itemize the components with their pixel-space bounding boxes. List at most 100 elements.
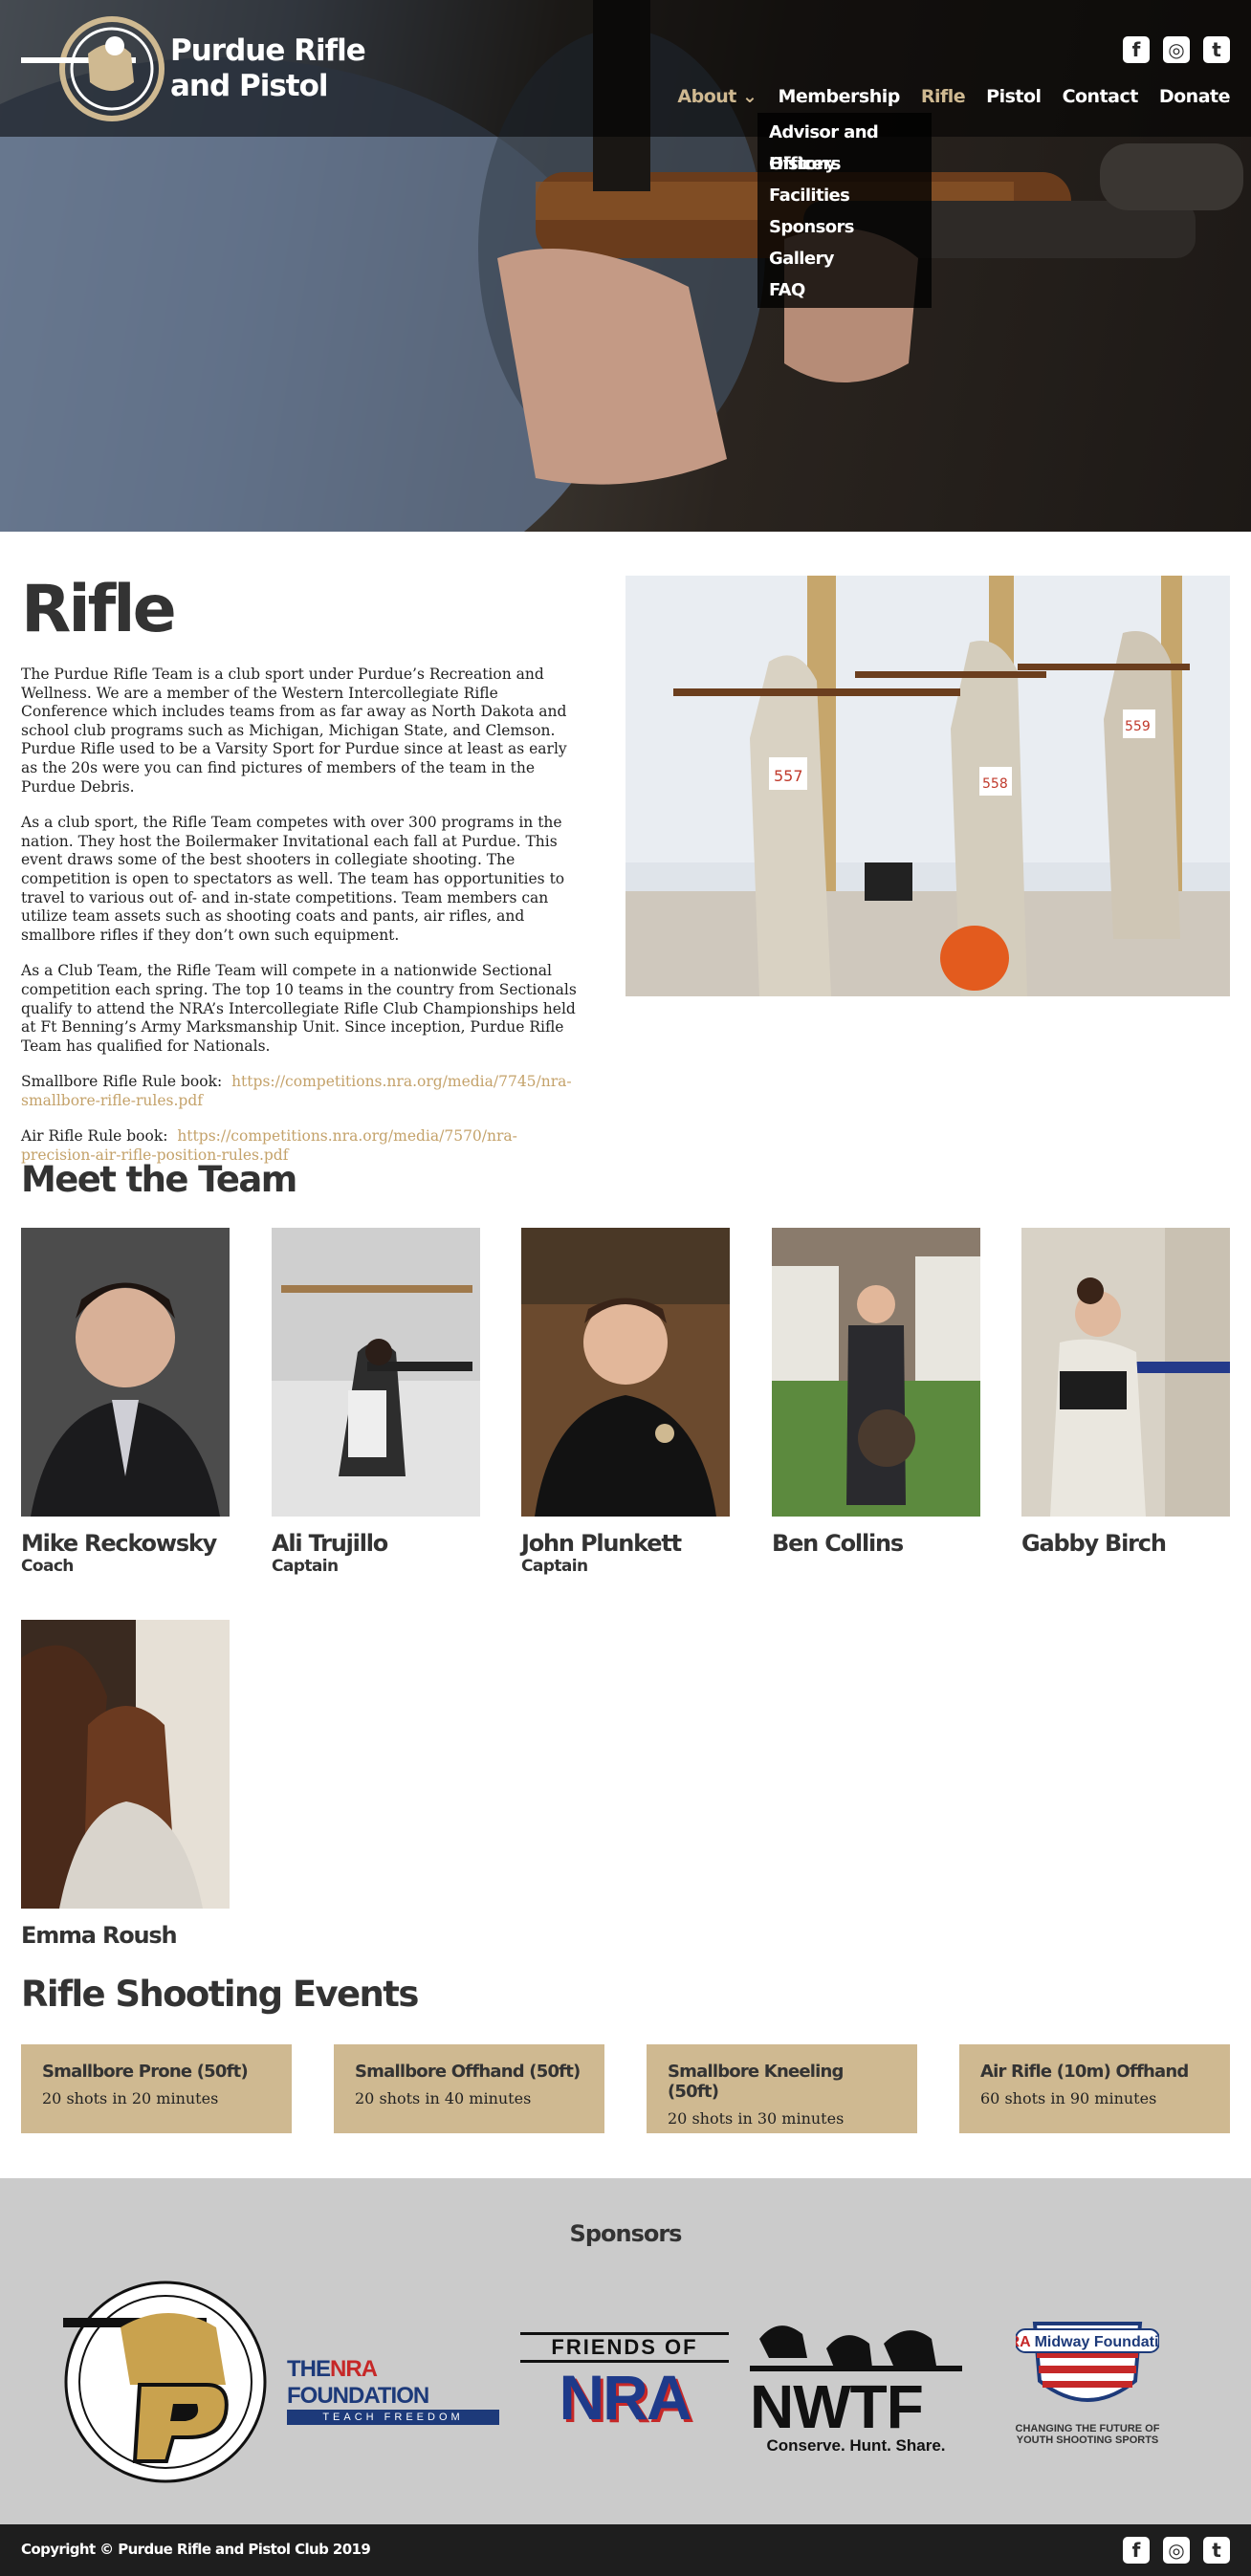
facebook-icon[interactable]: f [1123, 36, 1150, 63]
club-logo-icon [21, 16, 165, 121]
member-name: Gabby Birch [1021, 1530, 1167, 1557]
purdue-club-logo[interactable] [63, 2280, 268, 2484]
instagram-icon[interactable]: ◎ [1163, 36, 1190, 63]
team-member-card: Gabby Birch [1021, 1228, 1230, 1557]
member-role: Coach [21, 1557, 74, 1576]
sponsors-section: Sponsors THENRA FOUNDATION TEACH FREEDOM… [0, 2178, 1251, 2524]
team-member-card: Ali Trujillo Captain [272, 1228, 480, 1576]
smallbore-rulebook: Smallbore Rifle Rule book: https://compe… [21, 1073, 585, 1110]
team-member-card: Mike Reckowsky Coach [21, 1228, 230, 1576]
page-title: Rifle [21, 572, 177, 647]
nra-foundation-tagline: TEACH FREEDOM [287, 2410, 499, 2425]
hero-banner: Purdue Rifle and Pistol f ◎ t About ⌄ Me… [0, 0, 1251, 532]
team-member-card: John Plunkett Captain [521, 1228, 730, 1576]
logo-line-1: Purdue Rifle [170, 33, 366, 68]
sponsors-title: Sponsors [569, 2220, 683, 2247]
nra-foundation-nra: NRA [330, 2356, 377, 2382]
svg-text:NRA Midway Foundation: NRA Midway Foundation [1016, 2334, 1159, 2350]
nav-about-label: About [677, 86, 736, 107]
friends-of-nra-logo[interactable]: FRIENDS OF NRA [520, 2332, 729, 2432]
dropdown-item-facilities[interactable]: Facilities [769, 180, 920, 211]
member-photo [272, 1228, 480, 1517]
member-name: Ali Trujillo [272, 1530, 388, 1557]
logo-line-2: and Pistol [170, 69, 329, 103]
dropdown-item-gallery[interactable]: Gallery [769, 243, 920, 274]
member-photo [521, 1228, 730, 1517]
nav-about[interactable]: About ⌄ [677, 86, 757, 107]
midway-name-text: Midway [1035, 2334, 1090, 2350]
event-desc: 60 shots in 90 minutes [980, 2089, 1157, 2107]
member-photo [772, 1228, 980, 1517]
event-card: Air Rifle (10m) Offhand 60 shots in 90 m… [959, 2044, 1230, 2133]
nwtf-logo[interactable]: NWTF Conserve. Hunt. Share. [750, 2310, 962, 2456]
team-section-title: Meet the Team [21, 1159, 297, 1200]
member-name: John Plunkett [521, 1530, 682, 1557]
member-photo [21, 1620, 230, 1909]
nra-foundation-logo[interactable]: THENRA FOUNDATION TEACH FREEDOM [287, 2356, 499, 2425]
nwtf-text: NWTF [750, 2372, 924, 2441]
nwtf-tagline: Conserve. Hunt. Share. [766, 2436, 946, 2455]
nav-pistol[interactable]: Pistol [986, 86, 1042, 107]
friends-of-label: FRIENDS OF [520, 2332, 729, 2363]
site-logo[interactable]: Purdue Rifle and Pistol [21, 15, 366, 122]
instagram-icon[interactable]: ◎ [1163, 2537, 1190, 2564]
air-rifle-rulebook-label: Air Rifle Rule book: [21, 1127, 168, 1146]
nav-membership[interactable]: Membership [778, 86, 900, 107]
intro-paragraph: As a Club Team, the Rifle Team will comp… [21, 962, 577, 1055]
dropdown-item-history[interactable]: History [769, 148, 920, 180]
site-footer: Copyright © Purdue Rifle and Pistol Club… [0, 2524, 1251, 2576]
intro-paragraph: As a club sport, the Rifle Team competes… [21, 814, 565, 944]
about-dropdown-menu: Advisor and Officers History Facilities … [757, 113, 932, 308]
social-links: f ◎ t [1123, 36, 1230, 63]
member-name: Ben Collins [772, 1530, 904, 1557]
event-name: Smallbore Prone (50ft) [42, 2062, 249, 2082]
midway-usa-foundation-logo[interactable]: NRA Midway Foundation CHANGING THE FUTUR… [981, 2304, 1194, 2446]
friends-nra-text: NRA [559, 2362, 692, 2433]
intro-paragraph: The Purdue Rifle Team is a club sport un… [21, 666, 567, 796]
nav-contact[interactable]: Contact [1063, 86, 1139, 107]
event-name: Air Rifle (10m) Offhand [980, 2062, 1189, 2082]
rifle-team-photo: 557 558 559 [626, 576, 1230, 996]
midway-tagline-2: YOUTH SHOOTING SPORTS [1016, 2434, 1159, 2446]
dropdown-item-advisor-officers[interactable]: Advisor and Officers [769, 117, 920, 174]
member-name: Emma Roush [21, 1922, 178, 1949]
event-name: Smallbore Offhand (50ft) [355, 2062, 581, 2082]
event-desc: 20 shots in 30 minutes [668, 2109, 845, 2128]
event-card: Smallbore Prone (50ft) 20 shots in 20 mi… [21, 2044, 292, 2133]
main-nav: About ⌄ Membership Rifle Pistol Contact … [677, 86, 1230, 107]
twitter-icon[interactable]: t [1203, 2537, 1230, 2564]
nra-foundation-the: THE [287, 2356, 331, 2382]
event-name: Smallbore Kneeling (50ft) [668, 2062, 844, 2102]
svg-text:558: 558 [982, 776, 1008, 792]
chevron-down-icon: ⌄ [742, 86, 757, 107]
nav-donate[interactable]: Donate [1159, 86, 1231, 107]
member-name: Mike Reckowsky [21, 1530, 217, 1557]
team-member-card: Ben Collins [772, 1228, 980, 1557]
dropdown-item-sponsors[interactable]: Sponsors [769, 211, 920, 243]
intro-text: The Purdue Rifle Team is a club sport un… [21, 666, 585, 1183]
facebook-icon[interactable]: f [1123, 2537, 1150, 2564]
flag-shield-icon: NRA Midway Foundation [998, 2322, 1177, 2402]
dropdown-item-faq[interactable]: FAQ [769, 274, 920, 306]
member-role: Captain [272, 1557, 339, 1576]
member-photo [1021, 1228, 1230, 1517]
midway-nra-text: NRA [1016, 2334, 1031, 2350]
event-desc: 20 shots in 40 minutes [355, 2089, 532, 2107]
event-desc: 20 shots in 20 minutes [42, 2089, 219, 2107]
events-section-title: Rifle Shooting Events [21, 1974, 419, 2015]
svg-text:557: 557 [774, 767, 803, 785]
top-navbar: Purdue Rifle and Pistol f ◎ t About ⌄ Me… [0, 0, 1251, 137]
twitter-icon[interactable]: t [1203, 36, 1230, 63]
copyright-text: Copyright © Purdue Rifle and Pistol Club… [21, 2541, 371, 2558]
team-member-card: Emma Roush [21, 1620, 230, 1949]
event-card: Smallbore Kneeling (50ft) 20 shots in 30… [647, 2044, 917, 2133]
svg-text:559: 559 [1125, 719, 1151, 734]
turkey-silhouette-icon [750, 2325, 962, 2371]
member-role: Captain [521, 1557, 588, 1576]
nav-rifle[interactable]: Rifle [921, 86, 966, 107]
footer-social-links: f ◎ t [1123, 2537, 1230, 2564]
event-card: Smallbore Offhand (50ft) 20 shots in 40 … [334, 2044, 604, 2133]
smallbore-rulebook-label: Smallbore Rifle Rule book: [21, 1073, 223, 1091]
site-name: Purdue Rifle and Pistol [170, 33, 366, 104]
nra-foundation-word: FOUNDATION [287, 2383, 429, 2409]
